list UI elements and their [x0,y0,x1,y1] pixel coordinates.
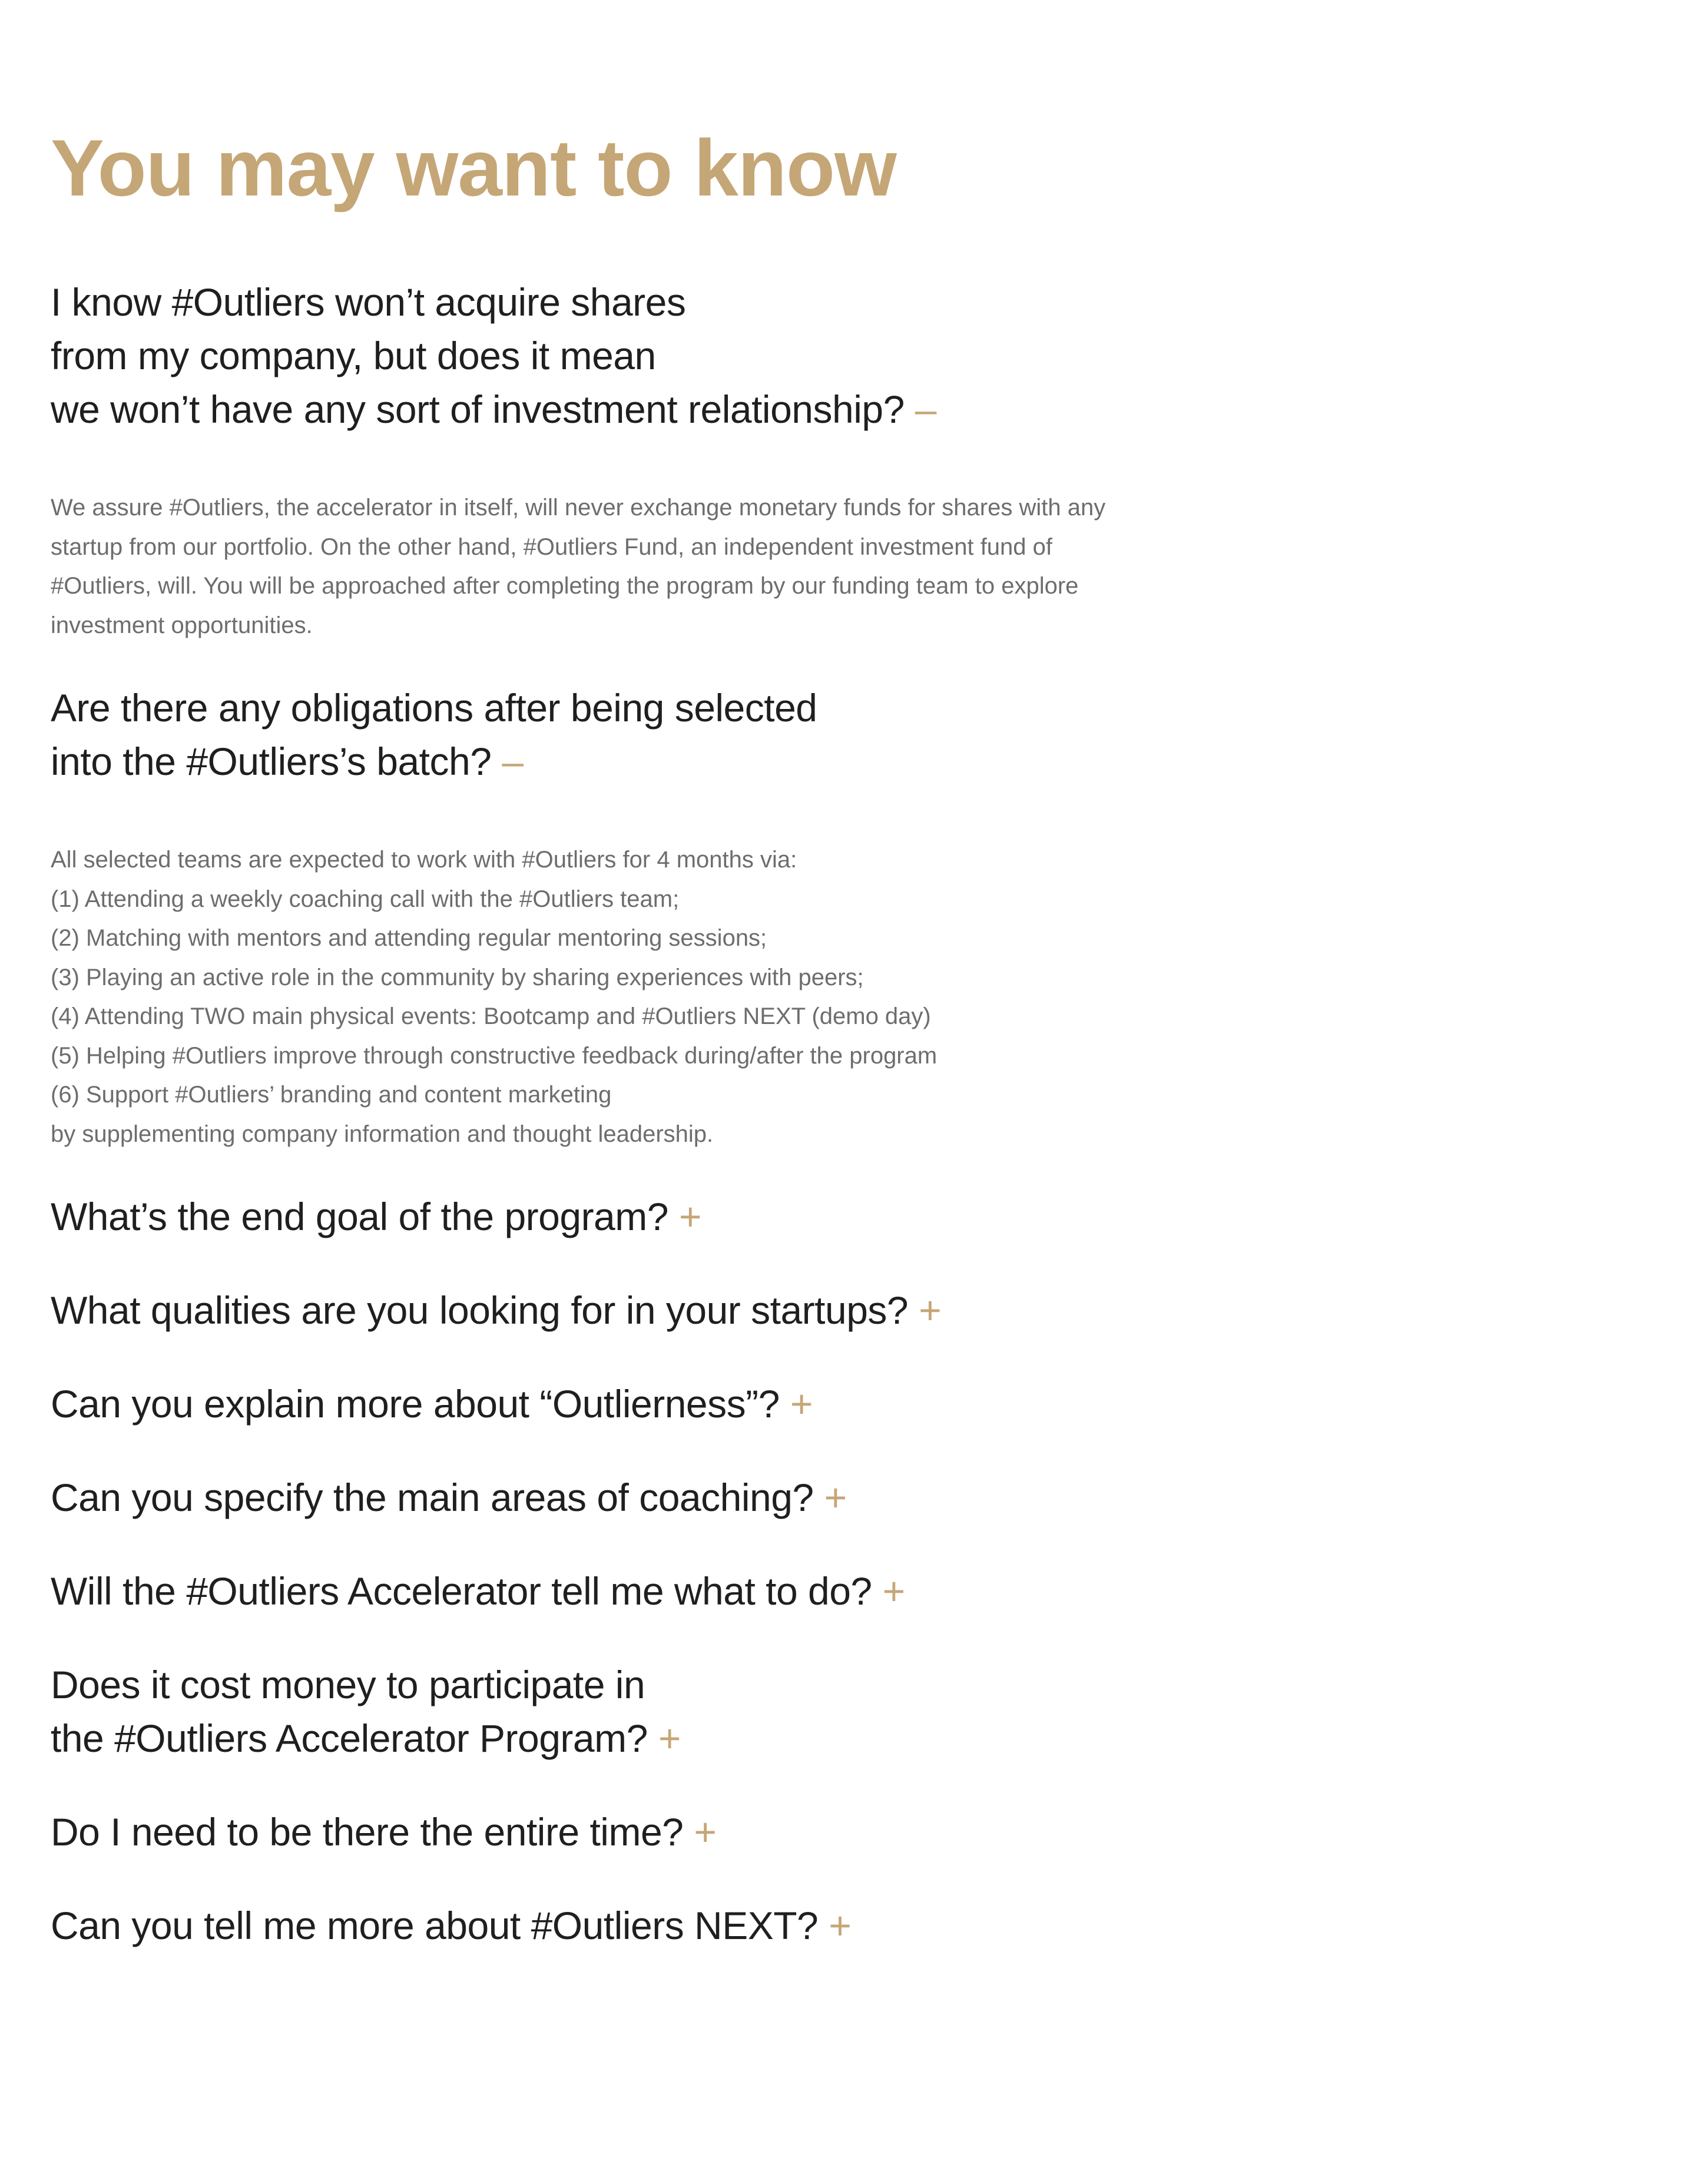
faq-item: I know #Outliers won’t acquire shares fro… [51,276,1287,645]
page-title: You may want to know [51,123,897,213]
faq-question-line: Do I need to be there the entire time? + [51,1805,1287,1859]
faq-question[interactable]: Can you explain more about “Outlierness”… [51,1377,1287,1431]
expand-plus-icon[interactable]: + [919,1288,942,1332]
faq-question-line: the #Outliers Accelerator Program? + [51,1712,1287,1765]
expand-plus-icon[interactable]: + [790,1382,813,1426]
faq-question-line: Are there any obligations after being se… [51,681,1287,735]
expand-plus-icon[interactable]: + [694,1810,717,1854]
faq-question-line: Can you specify the main areas of coachi… [51,1471,1287,1525]
faq-item: Are there any obligations after being se… [51,681,1287,1154]
faq-question[interactable]: Can you tell me more about #Outliers NEX… [51,1899,1287,1953]
faq-item: Will the #Outliers Accelerator tell me w… [51,1565,1287,1618]
faq-question-line: I know #Outliers won’t acquire shares [51,276,1287,329]
faq-question[interactable]: Do I need to be there the entire time? + [51,1805,1287,1859]
expand-plus-icon[interactable]: + [824,1476,847,1519]
faq-question-text: What’s the end goal of the program? [51,1195,668,1238]
faq-item: Can you explain more about “Outlierness”… [51,1377,1287,1431]
faq-answer-line: (6) Support #Outliers’ branding and cont… [51,1082,612,1108]
faq-question-text: Can you explain more about “Outlierness”… [51,1382,780,1426]
faq-item: Do I need to be there the entire time? + [51,1805,1287,1859]
faq-item: Can you specify the main areas of coachi… [51,1471,1287,1525]
expand-plus-icon[interactable]: + [829,1904,852,1947]
faq-question-text: into the #Outliers’s batch? [51,740,492,783]
faq-question-text: I know #Outliers won’t acquire shares [51,280,686,324]
faq-answer-line: (1) Attending a weekly coaching call wit… [51,886,680,912]
faq-list: I know #Outliers won’t acquire shares fro… [51,276,1287,1953]
faq-question-text: the #Outliers Accelerator Program? [51,1716,648,1760]
faq-question-text: Does it cost money to participate in [51,1663,645,1706]
faq-answer-line: #Outliers, will. You will be approached … [51,573,1079,599]
faq-item: Can you tell me more about #Outliers NEX… [51,1899,1287,1953]
faq-question[interactable]: Can you specify the main areas of coachi… [51,1471,1287,1525]
faq-question-text: Do I need to be there the entire time? [51,1810,684,1854]
faq-question[interactable]: Does it cost money to participate in the … [51,1658,1287,1765]
expand-plus-icon[interactable]: + [883,1569,906,1613]
faq-question-line: Can you tell me more about #Outliers NEX… [51,1899,1287,1953]
faq-question-line: What qualities are you looking for in yo… [51,1284,1287,1337]
faq-question[interactable]: Will the #Outliers Accelerator tell me w… [51,1565,1287,1618]
faq-question-text: Can you tell me more about #Outliers NEX… [51,1904,819,1947]
faq-question-line: we won’t have any sort of investment rel… [51,383,1287,436]
faq-question-text: Will the #Outliers Accelerator tell me w… [51,1569,872,1613]
faq-answer-line: (3) Playing an active role in the commun… [51,964,864,990]
faq-question-line: Can you explain more about “Outlierness”… [51,1377,1287,1431]
faq-item: What qualities are you looking for in yo… [51,1284,1287,1337]
faq-question[interactable]: Are there any obligations after being se… [51,681,1287,788]
faq-answer-line: investment opportunities. [51,612,313,638]
faq-answer-line: by supplementing company information and… [51,1121,714,1147]
faq-question-line: from my company, but does it mean [51,329,1287,383]
collapse-minus-icon[interactable]: – [915,387,937,431]
faq-question[interactable]: I know #Outliers won’t acquire shares fro… [51,276,1287,436]
faq-answer: We assure #Outliers, the accelerator in … [51,488,1193,645]
faq-question-text: Are there any obligations after being se… [51,686,817,730]
faq-question-line: Does it cost money to participate in [51,1658,1287,1712]
faq-item: Does it cost money to participate in the … [51,1658,1287,1765]
faq-answer-line: (4) Attending TWO main physical events: … [51,1003,931,1029]
faq-question-line: What’s the end goal of the program? + [51,1190,1287,1244]
faq-question-line: Will the #Outliers Accelerator tell me w… [51,1565,1287,1618]
faq-question-line: into the #Outliers’s batch? – [51,735,1287,788]
faq-answer-line: (5) Helping #Outliers improve through co… [51,1042,938,1069]
faq-question-text: we won’t have any sort of investment rel… [51,387,905,431]
faq-question-text: from my company, but does it mean [51,334,656,377]
collapse-minus-icon[interactable]: – [502,740,524,783]
faq-answer: All selected teams are expected to work … [51,840,1193,1154]
faq-answer-line: All selected teams are expected to work … [51,847,797,873]
expand-plus-icon[interactable]: + [658,1716,681,1760]
faq-page: You may want to know I know #Outliers wo… [51,118,1287,1953]
faq-question-text: What qualities are you looking for in yo… [51,1288,909,1332]
faq-question[interactable]: What qualities are you looking for in yo… [51,1284,1287,1337]
faq-answer-line: (2) Matching with mentors and attending … [51,925,767,951]
faq-answer-line: We assure #Outliers, the accelerator in … [51,495,1106,521]
faq-item: What’s the end goal of the program? + [51,1190,1287,1244]
faq-question-text: Can you specify the main areas of coachi… [51,1476,814,1519]
expand-plus-icon[interactable]: + [679,1195,702,1238]
faq-answer-line: startup from our portfolio. On the other… [51,533,1053,560]
faq-question[interactable]: What’s the end goal of the program? + [51,1190,1287,1244]
